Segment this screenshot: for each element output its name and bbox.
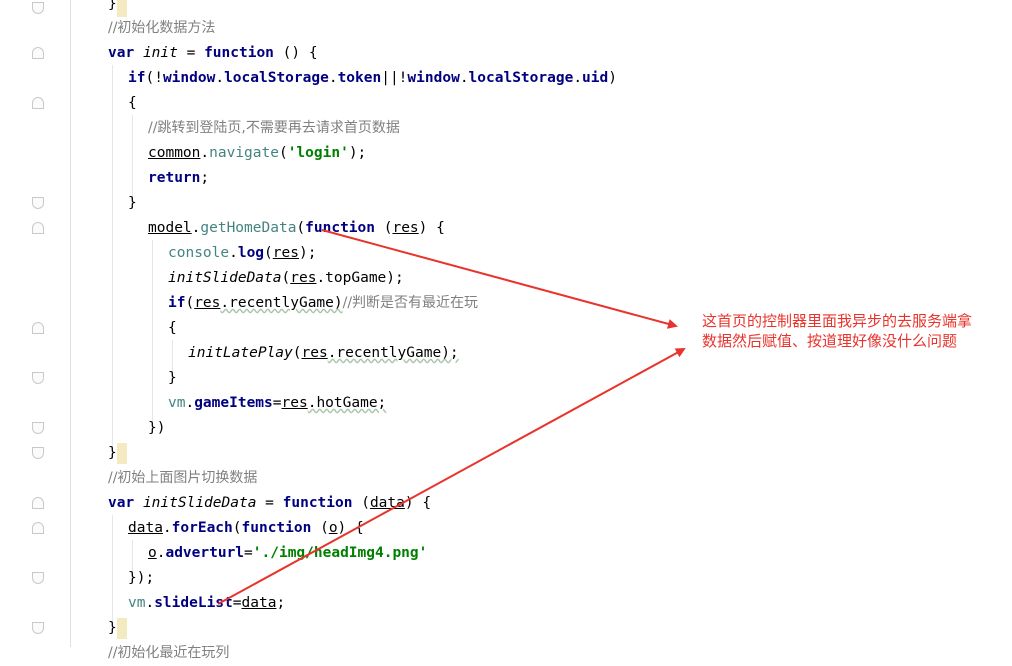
code-line: { bbox=[128, 95, 137, 111]
fold-start-icon[interactable] bbox=[32, 497, 44, 509]
code-line: return; bbox=[148, 170, 210, 186]
annotation-line: 这首页的控制器里面我异步的去服务端拿 bbox=[702, 312, 973, 330]
code-line: initSlideData(res.topGame); bbox=[168, 270, 404, 286]
code-line: var init = function () { bbox=[108, 45, 318, 61]
code-line: vm.gameItems=res.hotGame; bbox=[168, 395, 387, 411]
code-line: if(res.recentlyGame)//判断是否有最近在玩 bbox=[168, 295, 479, 311]
code-line: //初始化最近在玩列 bbox=[108, 645, 230, 661]
fold-end-icon[interactable] bbox=[32, 422, 44, 434]
fold-start-icon[interactable] bbox=[32, 222, 44, 234]
code-line: o.adverturl='./img/headImg4.png' bbox=[148, 545, 428, 561]
gutter-divider bbox=[70, 0, 71, 647]
fold-end-icon[interactable] bbox=[32, 197, 44, 209]
fold-start-icon[interactable] bbox=[32, 322, 44, 334]
fold-end-icon[interactable] bbox=[32, 372, 44, 384]
code-line: //初始上面图片切换数据 bbox=[108, 470, 258, 486]
fold-end-icon[interactable] bbox=[32, 447, 44, 459]
brace-match-highlight bbox=[117, 443, 127, 464]
code-line: data.forEach(function (o) { bbox=[128, 520, 364, 536]
code-line: } bbox=[108, 445, 117, 461]
code-line: } bbox=[108, 620, 117, 636]
code-line: var initSlideData = function (data) { bbox=[108, 495, 432, 511]
annotation-note: 这首页的控制器里面我异步的去服务端拿 数据然后赋值、按道理好像没什么问题 bbox=[702, 311, 1002, 351]
code-line: }) bbox=[148, 420, 166, 436]
code-line: } bbox=[168, 370, 177, 386]
code-line: } bbox=[108, 0, 117, 12]
code-line: console.log(res); bbox=[168, 245, 317, 261]
code-line: vm.slideList=data; bbox=[128, 595, 286, 611]
fold-start-icon[interactable] bbox=[32, 47, 44, 59]
code-line: //初始化数据方法 bbox=[108, 20, 216, 36]
code-line: if(!window.localStorage.token||!window.l… bbox=[128, 70, 617, 86]
fold-end-icon[interactable] bbox=[32, 622, 44, 634]
annotation-line: 数据然后赋值、按道理好像没什么问题 bbox=[702, 332, 958, 350]
code-line: //跳转到登陆页,不需要再去请求首页数据 bbox=[148, 120, 400, 136]
code-line: common.navigate('login'); bbox=[148, 145, 367, 161]
indent-guide bbox=[112, 515, 113, 625]
fold-start-icon[interactable] bbox=[32, 522, 44, 534]
code-line: initLatePlay(res.recentlyGame); bbox=[188, 345, 459, 361]
brace-match-highlight bbox=[117, 0, 127, 17]
indent-guide bbox=[132, 115, 133, 200]
indent-guide bbox=[112, 65, 113, 450]
code-line: }); bbox=[128, 570, 155, 586]
brace-match-highlight bbox=[117, 618, 127, 639]
code-line: model.getHomeData(function (res) { bbox=[148, 220, 445, 236]
fold-end-icon[interactable] bbox=[32, 2, 44, 14]
code-line: { bbox=[168, 320, 177, 336]
indent-guide bbox=[152, 240, 153, 425]
code-line: } bbox=[128, 195, 137, 211]
fold-start-icon[interactable] bbox=[32, 97, 44, 109]
fold-end-icon[interactable] bbox=[32, 572, 44, 584]
